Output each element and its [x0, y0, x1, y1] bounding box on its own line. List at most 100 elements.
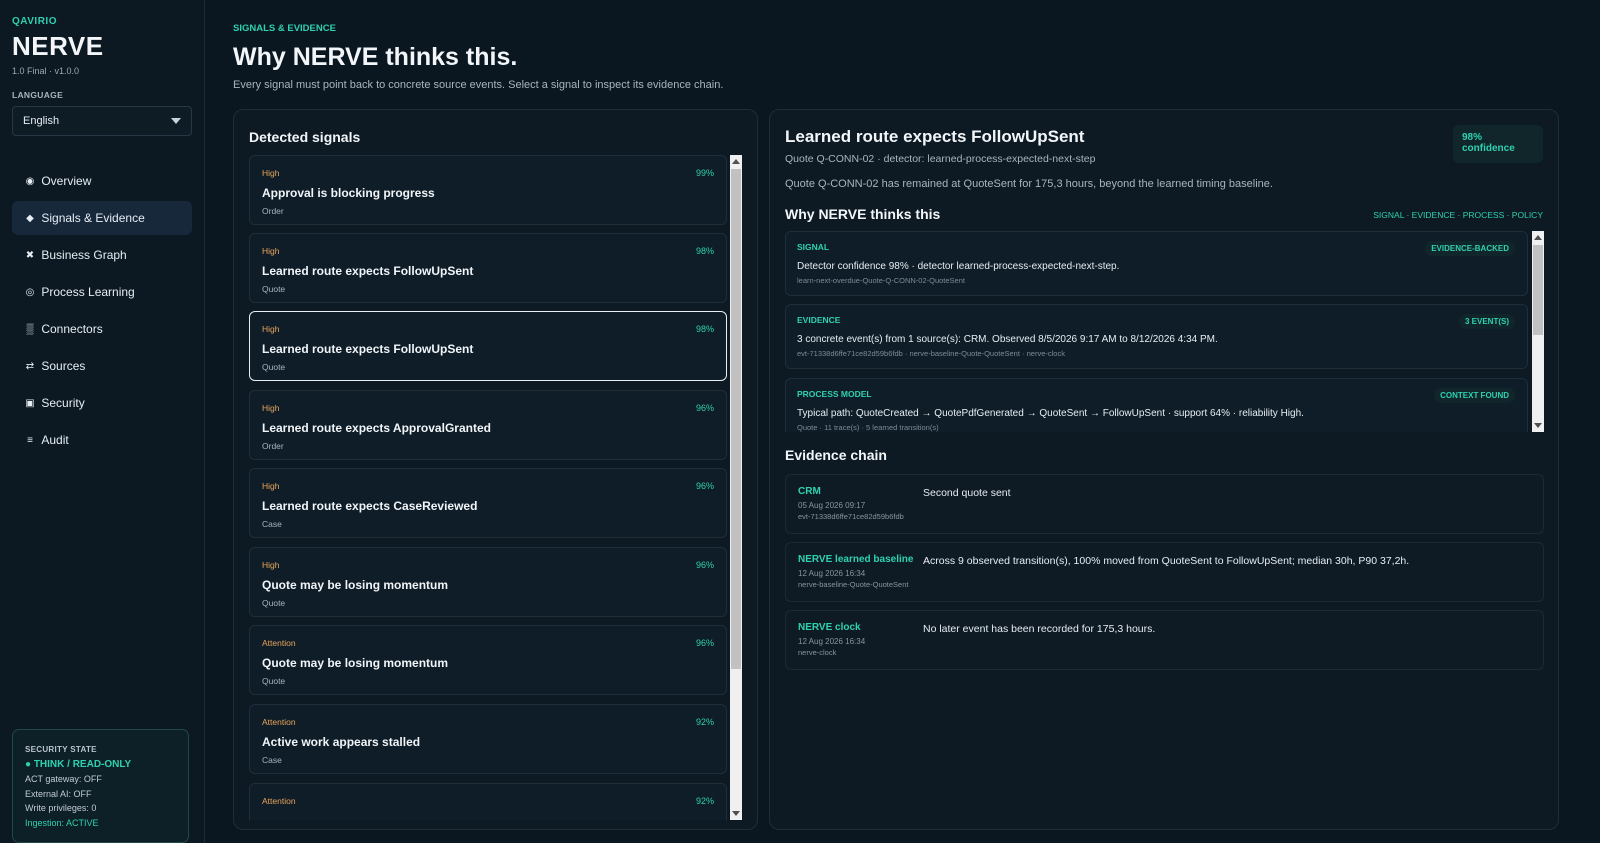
signal-confidence: 98% — [695, 246, 714, 256]
signal-confidence: 92% — [695, 796, 714, 806]
signal-entity-type: Case — [262, 755, 282, 765]
sidebar-item-label: Signals & Evidence — [41, 211, 145, 225]
page-kicker: SIGNALS & EVIDENCE — [233, 23, 336, 34]
signal-card[interactable]: Attention 92% Active work appears stalle… — [249, 704, 727, 774]
page-subtitle: Every signal must point back to concrete… — [233, 79, 724, 91]
signal-card-selected[interactable]: High 98% Learned route expects FollowUpS… — [249, 311, 727, 381]
security-state-panel: SECURITY STATE ● THINK / READ-ONLY ACT g… — [12, 729, 189, 843]
evidence-text: Across 9 observed transition(s), 100% mo… — [923, 555, 1410, 567]
sidebar-item-signals-evidence[interactable]: ◆ Signals & Evidence — [12, 201, 192, 235]
signal-card[interactable]: Attention 92% — [249, 783, 727, 820]
signal-card[interactable]: Attention 96% Quote may be losing moment… — [249, 625, 727, 695]
signal-severity: High — [262, 324, 280, 334]
list-icon: ≡ — [27, 434, 33, 446]
signal-confidence: 99% — [695, 168, 714, 178]
signal-entity-type: Quote — [262, 362, 286, 372]
scroll-up-icon[interactable] — [732, 159, 740, 164]
why-card-badge: EVIDENCE-BACKED — [1425, 241, 1515, 256]
why-card-badge: CONTEXT FOUND — [1434, 388, 1515, 403]
scroll-down-icon[interactable] — [1534, 423, 1542, 428]
signal-title: Learned route expects FollowUpSent — [262, 264, 474, 278]
sidebar-item-label: Business Graph — [41, 248, 127, 262]
sidebar-item-audit[interactable]: ≡ Audit — [12, 423, 192, 457]
signal-entity-type: Order — [262, 441, 284, 451]
signal-title: Learned route expects ApprovalGranted — [262, 421, 491, 435]
why-card-sub: Quote · 11 trace(s) · 5 learned transiti… — [797, 423, 939, 432]
why-section-tabs[interactable]: SIGNAL · EVIDENCE · PROCESS · POLICY — [1373, 210, 1543, 220]
act-gateway-status: ACT gateway: OFF — [25, 774, 102, 784]
signal-severity: High — [262, 403, 280, 413]
signal-list-scrollbar[interactable] — [730, 155, 742, 820]
sidebar-item-overview[interactable]: ◉ Overview — [12, 164, 192, 198]
confidence-badge: 98% confidence — [1453, 125, 1543, 163]
write-privileges-status: Write privileges: 0 — [25, 803, 97, 813]
security-state-value: ● THINK / READ-ONLY — [25, 758, 132, 770]
signal-severity: High — [262, 481, 280, 491]
why-card-process-model: PROCESS MODEL CONTEXT FOUND Typical path… — [785, 378, 1528, 432]
signal-confidence: 96% — [695, 560, 714, 570]
signal-title: Quote may be losing momentum — [262, 578, 449, 592]
scroll-down-icon[interactable] — [732, 811, 740, 816]
target-icon: ◎ — [25, 286, 35, 298]
scrollbar-thumb[interactable] — [1533, 245, 1543, 335]
why-list-scrollbar[interactable] — [1532, 231, 1544, 432]
page-title: Why NERVE thinks this. — [233, 43, 518, 71]
signal-card[interactable]: High 96% Quote may be losing momentum Qu… — [249, 547, 727, 617]
app-version: 1.0 Final · v1.0.0 — [12, 66, 80, 76]
signal-title: Active work appears stalled — [262, 735, 421, 749]
signal-severity: High — [262, 246, 280, 256]
signal-entity-type: Order — [262, 206, 284, 216]
security-state-title: SECURITY STATE — [25, 745, 97, 754]
main-content: SIGNALS & EVIDENCE Why NERVE thinks this… — [228, 0, 1600, 843]
evidence-date: 12 Aug 2026 16:34 — [798, 637, 866, 646]
sidebar-item-label: Sources — [41, 359, 86, 373]
why-card-evidence: EVIDENCE 3 EVENT(S) 3 concrete event(s) … — [785, 304, 1528, 369]
signal-entity-type: Quote — [262, 284, 286, 294]
evidence-item[interactable]: NERVE clock 12 Aug 2026 16:34 nerve-cloc… — [785, 610, 1544, 670]
language-label: LANGUAGE — [12, 90, 64, 100]
signal-title: Approval is blocking progress — [262, 186, 435, 200]
sidebar-item-security[interactable]: ▣ Security — [12, 386, 192, 420]
detail-description: Quote Q-CONN-02 has remained at QuoteSen… — [785, 178, 1273, 190]
detail-title: Learned route expects FollowUpSent — [785, 127, 1085, 146]
why-card-sub: evt-71338d6ffe71ce82d59b6fdb · nerve-bas… — [797, 349, 1065, 358]
diamond-icon: ◆ — [26, 212, 34, 224]
why-card-text: Typical path: QuoteCreated → QuotePdfGen… — [797, 408, 1304, 419]
why-card-text: 3 concrete event(s) from 1 source(s): CR… — [797, 334, 1218, 345]
evidence-text: Second quote sent — [923, 487, 1011, 499]
ingestion-status: Ingestion: ACTIVE — [25, 817, 99, 828]
sidebar-item-label: Overview — [41, 174, 92, 188]
evidence-source: CRM — [798, 486, 821, 497]
sidebar: QAVIRIO NERVE 1.0 Final · v1.0.0 LANGUAG… — [0, 0, 205, 843]
graph-icon: ✖ — [25, 249, 35, 261]
sidebar-item-process-learning[interactable]: ◎ Process Learning — [12, 275, 192, 309]
signal-title: Learned route expects CaseReviewed — [262, 499, 478, 513]
scroll-up-icon[interactable] — [1534, 235, 1542, 240]
why-card-list[interactable]: SIGNAL EVIDENCE-BACKED Detector confiden… — [785, 231, 1530, 432]
language-select[interactable]: English — [12, 106, 192, 136]
scrollbar-thumb[interactable] — [731, 169, 741, 669]
signal-confidence: 92% — [695, 717, 714, 727]
sidebar-item-business-graph[interactable]: ✖ Business Graph — [12, 238, 192, 272]
signal-card[interactable]: High 98% Learned route expects FollowUpS… — [249, 233, 727, 303]
evidence-date: 12 Aug 2026 16:34 — [798, 569, 866, 578]
why-card-sub: learn-next-overdue-Quote-Q-CONN-02-Quote… — [797, 276, 965, 285]
signal-severity: Attention — [262, 796, 296, 806]
signal-severity: High — [262, 560, 280, 570]
evidence-source: NERVE clock — [798, 622, 861, 633]
signal-entity-type: Case — [262, 519, 282, 529]
why-card-signal: SIGNAL EVIDENCE-BACKED Detector confiden… — [785, 231, 1528, 296]
detected-signals-panel: Detected signals High 99% Approval is bl… — [233, 109, 758, 830]
sidebar-item-label: Security — [41, 396, 85, 410]
signal-card[interactable]: High 96% Learned route expects CaseRevie… — [249, 468, 727, 538]
signal-card[interactable]: High 96% Learned route expects ApprovalG… — [249, 390, 727, 460]
evidence-item[interactable]: NERVE learned baseline 12 Aug 2026 16:34… — [785, 542, 1544, 602]
overview-icon: ◉ — [25, 175, 35, 187]
sidebar-item-connectors[interactable]: ▒ Connectors — [12, 312, 192, 346]
sidebar-nav: ◉ Overview ◆ Signals & Evidence ✖ Busine… — [12, 164, 192, 457]
evidence-item[interactable]: CRM 05 Aug 2026 09:17 evt-71338d6ffe71ce… — [785, 474, 1544, 534]
signal-list[interactable]: High 99% Approval is blocking progress O… — [249, 155, 727, 820]
signal-card[interactable]: High 99% Approval is blocking progress O… — [249, 155, 727, 225]
why-card-label: PROCESS MODEL — [797, 389, 872, 399]
sidebar-item-sources[interactable]: ⇄ Sources — [12, 349, 192, 383]
